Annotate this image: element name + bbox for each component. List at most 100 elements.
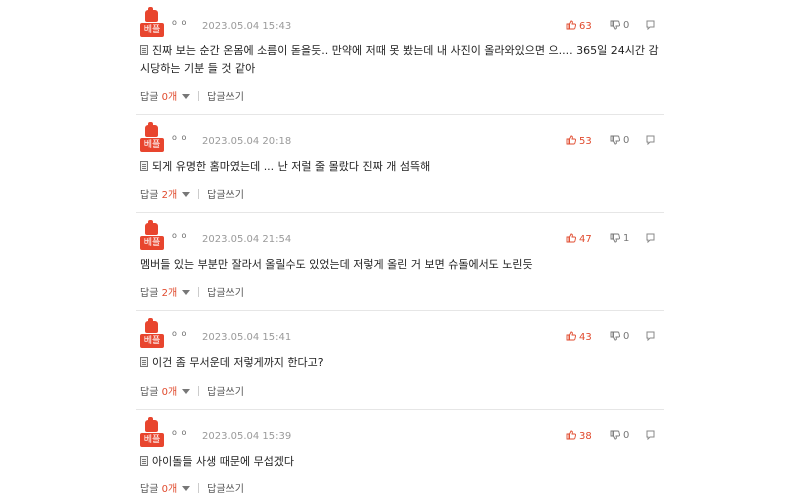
divider (198, 386, 200, 396)
best-badge: 베플 (140, 122, 164, 155)
comment-text: 아이돌들 사생 때문에 무섭겠다 (152, 455, 295, 468)
dislike-count: 0 (623, 331, 630, 342)
dislike-count: 0 (623, 135, 630, 146)
write-reply-button[interactable]: 답글쓰기 (207, 387, 244, 398)
best-badge: 베플 (140, 318, 164, 351)
best-label: 베플 (140, 138, 164, 152)
report-icon (646, 233, 655, 244)
nickname[interactable]: o o (172, 329, 187, 338)
dislike-button[interactable]: 0 (610, 20, 629, 31)
thumbs-down-icon (610, 135, 620, 145)
thumbs-up-icon (566, 20, 576, 30)
thumbs-up-icon (566, 135, 576, 145)
reply-count: 2개 (161, 288, 178, 299)
best-label: 베플 (140, 334, 164, 348)
report-button[interactable] (646, 430, 655, 443)
document-icon (140, 357, 148, 367)
dislike-button[interactable]: 0 (610, 331, 629, 342)
comment-footer: 답글 0개 답글쓰기 (140, 88, 244, 103)
like-button[interactable]: 53 (566, 135, 592, 147)
document-icon (140, 456, 148, 466)
report-button[interactable] (646, 233, 655, 246)
chevron-down-icon (182, 389, 191, 394)
like-button[interactable]: 43 (566, 331, 592, 343)
divider (198, 287, 200, 297)
best-thumb-icon (145, 220, 158, 235)
reply-label: 답글 (140, 288, 159, 299)
document-icon (140, 161, 148, 171)
best-label: 베플 (140, 23, 164, 37)
divider (198, 91, 200, 101)
comment-date: 2023.05.04 15:43 (202, 21, 292, 32)
like-count: 43 (579, 332, 592, 343)
comment-meta: 베플 o o 2023.05.04 15:41 43 0 (136, 318, 664, 353)
comment-text: 멤버들 있는 부분만 잘라서 올릴수도 있었는데 저렇게 올린 거 보면 슈돌에… (140, 258, 533, 271)
comment-date: 2023.05.04 21:54 (202, 234, 292, 245)
thumbs-up-icon (566, 233, 576, 243)
report-icon (646, 430, 655, 441)
comment-footer: 답글 0개 답글쓰기 (140, 383, 244, 398)
thumbs-down-icon (610, 430, 620, 440)
comment-item: 베플 o o 2023.05.04 15:43 63 0 진짜 보는 순간 온몸… (136, 0, 664, 115)
report-icon (646, 331, 655, 342)
like-count: 53 (579, 136, 592, 147)
chevron-down-icon (182, 290, 191, 295)
comment-footer: 답글 0개 답글쓰기 (140, 480, 244, 495)
reply-count: 0개 (161, 484, 178, 495)
dislike-button[interactable]: 1 (610, 233, 629, 244)
write-reply-button[interactable]: 답글쓰기 (207, 190, 244, 201)
reply-count: 2개 (161, 190, 178, 201)
comment-text: 이건 좀 무서운데 저렇게까지 한다고? (152, 356, 324, 369)
chevron-down-icon (182, 192, 191, 197)
comment-footer: 답글 2개 답글쓰기 (140, 186, 244, 201)
comment-body: 이건 좀 무서운데 저렇게까지 한다고? (140, 354, 660, 372)
like-count: 63 (579, 21, 592, 32)
thumbs-up-icon (566, 331, 576, 341)
reply-toggle[interactable]: 답글 0개 (140, 484, 191, 495)
comment-body: 되게 유명한 홈마였는데 ... 난 저럴 줄 몰랐다 진짜 개 섬뜩해 (140, 158, 660, 176)
write-reply-button[interactable]: 답글쓰기 (207, 484, 244, 495)
best-thumb-icon (145, 122, 158, 137)
best-badge: 베플 (140, 417, 164, 450)
reply-count: 0개 (161, 92, 178, 103)
nickname[interactable]: o o (172, 133, 187, 142)
thumbs-down-icon (610, 20, 620, 30)
like-button[interactable]: 63 (566, 20, 592, 32)
reply-toggle[interactable]: 답글 2개 (140, 288, 191, 299)
report-button[interactable] (646, 20, 655, 33)
reply-label: 답글 (140, 484, 159, 495)
report-icon (646, 20, 655, 31)
reply-toggle[interactable]: 답글 0개 (140, 92, 191, 103)
reply-label: 답글 (140, 190, 159, 201)
best-badge: 베플 (140, 7, 164, 40)
thumbs-up-icon (566, 430, 576, 440)
best-label: 베플 (140, 236, 164, 250)
report-button[interactable] (646, 331, 655, 344)
divider (198, 189, 200, 199)
best-thumb-icon (145, 318, 158, 333)
report-button[interactable] (646, 135, 655, 148)
reply-toggle[interactable]: 답글 2개 (140, 190, 191, 201)
nickname[interactable]: o o (172, 428, 187, 437)
reply-label: 답글 (140, 387, 159, 398)
comment-date: 2023.05.04 20:18 (202, 136, 292, 147)
dislike-button[interactable]: 0 (610, 430, 629, 441)
thumbs-down-icon (610, 331, 620, 341)
comment-body: 아이돌들 사생 때문에 무섭겠다 (140, 453, 660, 471)
chevron-down-icon (182, 486, 191, 491)
nickname[interactable]: o o (172, 18, 187, 27)
dislike-count: 0 (623, 20, 630, 31)
nickname[interactable]: o o (172, 231, 187, 240)
comment-item: 베플 o o 2023.05.04 15:39 38 0 아이돌들 사생 때문에… (136, 410, 664, 502)
reply-label: 답글 (140, 92, 159, 103)
like-button[interactable]: 47 (566, 233, 592, 245)
comment-meta: 베플 o o 2023.05.04 15:39 38 0 (136, 417, 664, 452)
like-count: 38 (579, 431, 592, 442)
write-reply-button[interactable]: 답글쓰기 (207, 288, 244, 299)
best-thumb-icon (145, 7, 158, 22)
reply-toggle[interactable]: 답글 0개 (140, 387, 191, 398)
write-reply-button[interactable]: 답글쓰기 (207, 92, 244, 103)
like-button[interactable]: 38 (566, 430, 592, 442)
dislike-button[interactable]: 0 (610, 135, 629, 146)
comment-item: 베플 o o 2023.05.04 15:41 43 0 이건 좀 무서운데 저… (136, 311, 664, 410)
